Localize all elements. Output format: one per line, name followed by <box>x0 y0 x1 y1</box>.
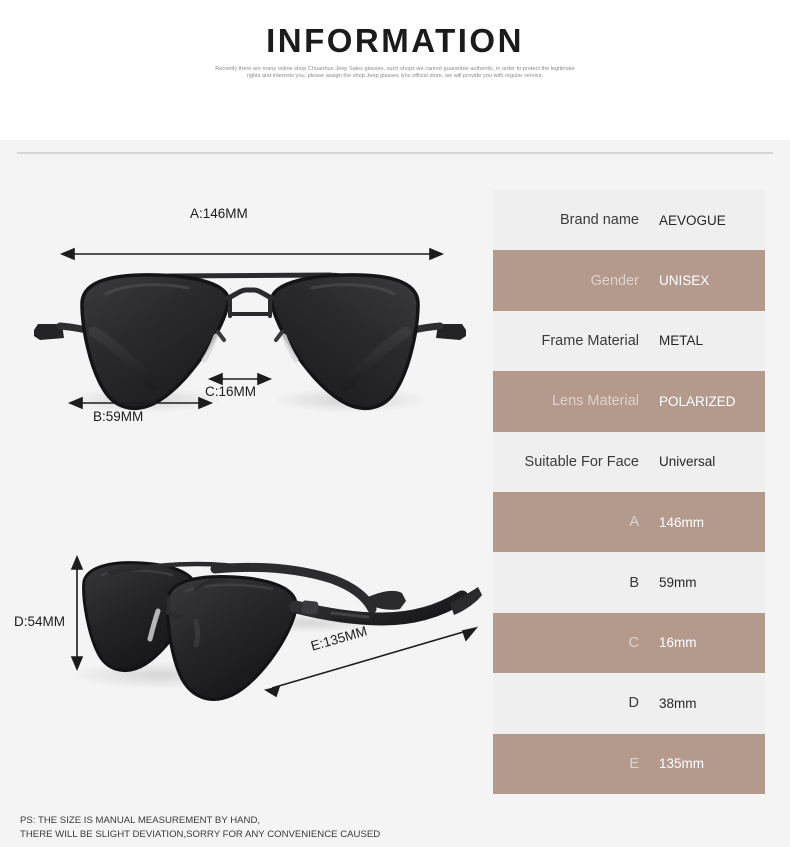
page-header: INFORMATION Recently there are many onli… <box>0 0 790 140</box>
spec-row: E 135mm <box>493 733 765 794</box>
spec-label: B <box>629 574 639 591</box>
spec-value: 16mm <box>659 635 697 651</box>
spec-value: UNISEX <box>659 273 710 289</box>
footer-line-1: PS: THE SIZE IS MANUAL MEASUREMENT BY HA… <box>20 815 261 826</box>
spec-label: D <box>628 695 639 712</box>
section-divider <box>17 152 773 154</box>
footer-line-2: THERE WILL BE SLIGHT DEVIATION,SORRY FOR… <box>20 829 381 840</box>
front-view-diagram: A:146MM B:59MM C:16MM <box>20 206 480 443</box>
specifications-table: Brand name AEVOGUE Gender UNISEX Frame Mater… <box>493 190 765 794</box>
spec-label: E <box>629 755 639 772</box>
sunglasses-front-illustration <box>34 247 466 413</box>
sunglasses-angled-illustration <box>70 554 482 701</box>
spec-row: Brand name AEVOGUE <box>493 190 765 251</box>
notice-line-1: Recently there are many online shop Chua… <box>215 66 516 72</box>
spec-value: AEVOGUE <box>659 212 726 228</box>
dimension-label-a: A:146MM <box>190 206 248 221</box>
spec-label: Frame Material <box>541 332 640 349</box>
spec-value: POLARIZED <box>659 393 736 409</box>
spec-row: Gender UNISEX <box>493 250 765 311</box>
spec-value: 38mm <box>659 695 697 711</box>
spec-label: C <box>628 634 639 651</box>
spec-value: METAL <box>659 333 704 349</box>
spec-label: Brand name <box>560 212 639 229</box>
spec-value: Universal <box>659 454 716 470</box>
dimension-arrow-c <box>207 372 273 386</box>
side-view-diagram: D:54MM E:135MM <box>10 535 490 720</box>
spec-row: Frame Material METAL <box>493 310 765 372</box>
footer-disclaimer: PS: THE SIZE IS MANUAL MEASUREMENT BY HA… <box>20 814 380 842</box>
spec-row: C 16mm <box>493 612 765 674</box>
notice-line-3: you with regular service. <box>482 73 544 80</box>
spec-row: Suitable For Face Universal <box>493 431 765 492</box>
dimension-arrow-a <box>59 247 445 261</box>
spec-label: Lens Material <box>551 393 639 410</box>
spec-label: A <box>629 514 639 531</box>
header-notice: Recently there are many online shop Chua… <box>215 66 575 80</box>
spec-label: Suitable For Face <box>524 453 639 470</box>
dimension-label-d: D:54MM <box>14 614 66 629</box>
spec-value: 59mm <box>659 575 697 591</box>
spec-value: 146mm <box>659 514 705 530</box>
dimension-label-b: B:59MM <box>93 409 144 424</box>
spec-row: D 38mm <box>493 673 765 734</box>
spec-row: A 146mm <box>493 491 765 553</box>
spec-label: Gender <box>590 272 639 289</box>
dimension-arrow-e <box>263 626 479 698</box>
spec-value: 135mm <box>659 756 705 772</box>
spec-row: B 59mm <box>493 552 765 613</box>
spec-row: Lens Material POLARIZED <box>493 371 765 432</box>
dimension-label-c: C:16MM <box>205 384 257 399</box>
dimension-arrow-d <box>70 554 84 672</box>
page-title: INFORMATION <box>266 22 524 59</box>
